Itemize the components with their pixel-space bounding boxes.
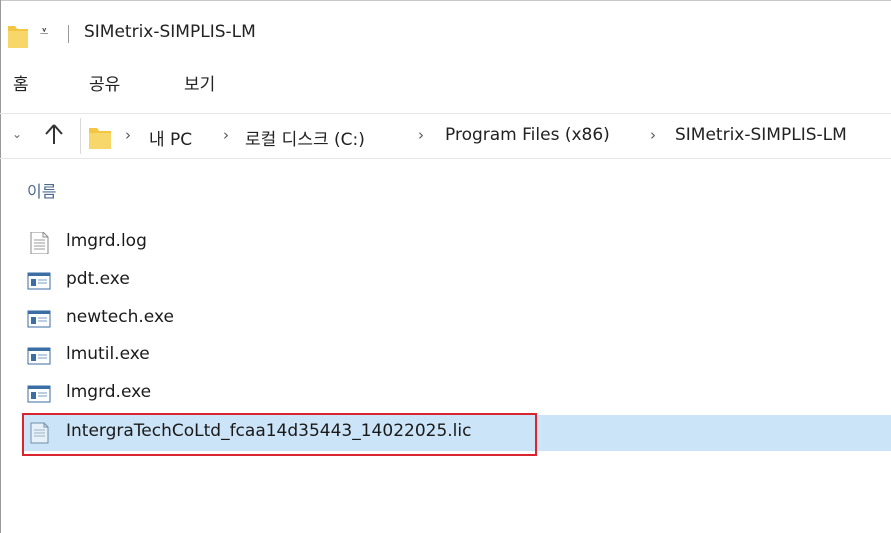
window-title: SIMetrix-SIMPLIS-LM bbox=[84, 22, 256, 42]
tab-share[interactable]: 공유 bbox=[89, 70, 120, 95]
exe-icon bbox=[27, 272, 51, 290]
breadcrumb-separator[interactable]: › bbox=[418, 126, 424, 144]
file-name: pdt.exe bbox=[66, 269, 130, 289]
ribbon-tabs: 홈 공유 보기 bbox=[0, 62, 891, 102]
list-item[interactable]: lmgrd.log bbox=[22, 225, 891, 261]
breadcrumb-separator[interactable]: › bbox=[223, 126, 229, 144]
file-name: lmutil.exe bbox=[66, 344, 150, 364]
tab-view[interactable]: 보기 bbox=[184, 70, 215, 95]
folder-icon bbox=[8, 26, 28, 48]
up-arrow-icon[interactable] bbox=[44, 123, 64, 145]
breadcrumb-this-pc[interactable]: 내 PC bbox=[149, 125, 192, 150]
file-name: lmgrd.exe bbox=[66, 382, 152, 402]
tab-home[interactable]: 홈 bbox=[13, 70, 29, 95]
breadcrumb-current-folder[interactable]: SIMetrix-SIMPLIS-LM bbox=[675, 125, 847, 145]
file-name: newtech.exe bbox=[66, 307, 174, 327]
title-bar: ⩡ SIMetrix-SIMPLIS-LM bbox=[0, 0, 891, 56]
list-item[interactable]: newtech.exe bbox=[22, 301, 891, 337]
breadcrumb-separator[interactable]: › bbox=[125, 126, 131, 144]
exe-icon bbox=[27, 385, 51, 403]
file-name: lmgrd.log bbox=[66, 231, 147, 251]
list-item[interactable]: lmgrd.exe bbox=[22, 376, 891, 412]
address-bar: ⌄ › 내 PC › 로컬 디스크 (C:) › Program Files (… bbox=[0, 113, 891, 159]
list-item[interactable]: pdt.exe bbox=[22, 263, 891, 299]
title-separator bbox=[68, 25, 69, 43]
exe-icon bbox=[27, 347, 51, 365]
list-item[interactable]: lmutil.exe bbox=[22, 338, 891, 374]
address-path-box[interactable]: › 내 PC › 로컬 디스크 (C:) › Program Files (x8… bbox=[80, 118, 891, 154]
quick-access-toolbar-icon[interactable]: ⩡ bbox=[40, 22, 48, 40]
highlight-annotation-box bbox=[22, 413, 537, 456]
text-file-icon bbox=[30, 232, 49, 254]
breadcrumb-program-files[interactable]: Program Files (x86) bbox=[445, 125, 610, 145]
breadcrumb-separator[interactable]: › bbox=[650, 126, 656, 144]
recent-locations-chevron-icon[interactable]: ⌄ bbox=[12, 127, 22, 141]
column-header-name[interactable]: 이름 bbox=[27, 178, 56, 202]
exe-icon bbox=[27, 310, 51, 328]
breadcrumb-local-disk[interactable]: 로컬 디스크 (C:) bbox=[245, 125, 365, 150]
folder-icon bbox=[89, 128, 111, 149]
